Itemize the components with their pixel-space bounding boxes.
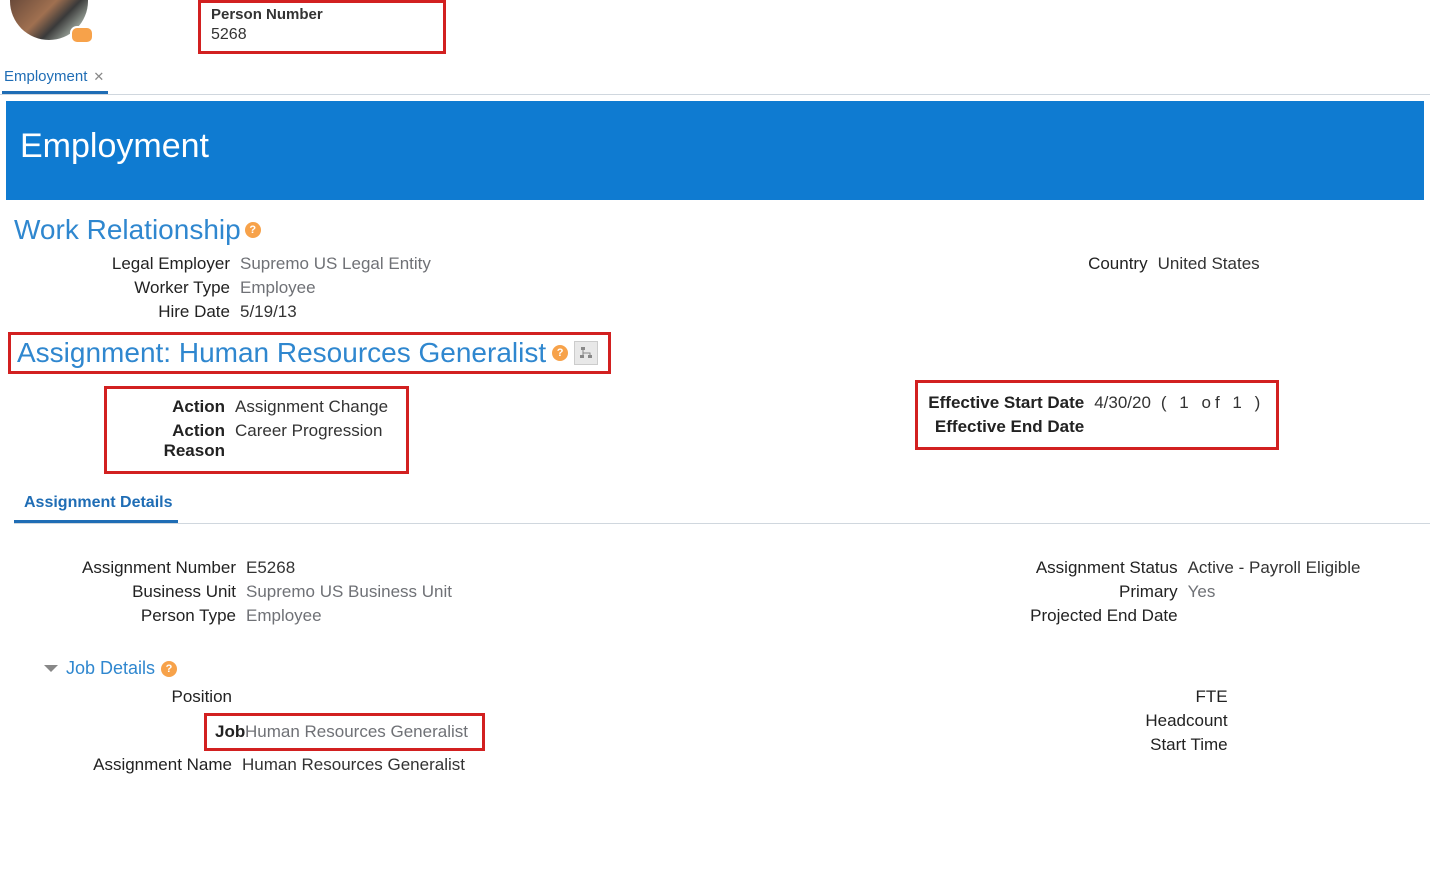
assignment-name-value: Human Resources Generalist — [242, 755, 465, 775]
record-pager: ( 1 of 1 ) — [1161, 393, 1264, 413]
assignment-number-label: Assignment Number — [14, 558, 246, 578]
help-icon[interactable]: ? — [161, 661, 177, 677]
headcount-label: Headcount — [858, 711, 1238, 731]
person-type-label: Person Type — [14, 606, 246, 626]
effective-end-label: Effective End Date — [926, 417, 1094, 437]
person-number-highlight: Person Number 5268 — [198, 0, 446, 54]
action-highlight: Action Assignment Change Action Reason C… — [104, 386, 409, 474]
effective-start-label: Effective Start Date — [926, 393, 1094, 413]
fte-label: FTE — [858, 687, 1238, 707]
start-time-label: Start Time — [858, 735, 1238, 755]
avatar — [10, 0, 88, 40]
person-number-label: Person Number — [211, 5, 323, 25]
worker-type-label: Worker Type — [14, 278, 240, 298]
page-title-banner: Employment — [6, 101, 1424, 200]
assignment-subtabs: Assignment Details — [14, 488, 1430, 524]
assignment-heading-highlight: Assignment: Human Resources Generalist ? — [8, 332, 611, 374]
tab-employment-label: Employment — [4, 68, 87, 85]
projected-end-label: Projected End Date — [858, 606, 1188, 626]
position-label: Position — [14, 687, 242, 707]
tab-assignment-details[interactable]: Assignment Details — [14, 488, 178, 523]
work-relationship-heading: Work Relationship ? — [14, 214, 1420, 246]
assignment-status-label: Assignment Status — [858, 558, 1188, 578]
action-reason-value: Career Progression — [235, 421, 382, 441]
open-tabs-bar: Employment ✕ — [0, 64, 1430, 95]
job-details-heading[interactable]: Job Details ? — [44, 658, 1420, 679]
close-icon[interactable]: ✕ — [93, 69, 104, 85]
effective-dates-highlight: Effective Start Date 4/30/20 ( 1 of 1 ) … — [915, 380, 1279, 450]
hire-date-label: Hire Date — [14, 302, 240, 322]
assignment-number-value: E5268 — [246, 558, 295, 578]
legal-employer-value: Supremo US Legal Entity — [240, 254, 431, 274]
collapse-icon — [44, 665, 58, 672]
page-title: Employment — [20, 127, 209, 165]
business-unit-value: Supremo US Business Unit — [246, 582, 452, 602]
action-label: Action — [117, 397, 235, 417]
help-icon[interactable]: ? — [245, 222, 261, 238]
job-value: Human Resources Generalist — [245, 722, 468, 742]
help-icon[interactable]: ? — [552, 345, 568, 361]
business-unit-label: Business Unit — [14, 582, 246, 602]
hire-date-value: 5/19/13 — [240, 302, 297, 322]
assignment-status-value: Active - Payroll Eligible — [1188, 558, 1361, 578]
primary-value: Yes — [1188, 582, 1216, 602]
country-label: Country — [858, 254, 1158, 274]
job-label: Job — [215, 722, 245, 742]
tab-employment[interactable]: Employment ✕ — [2, 64, 108, 94]
primary-label: Primary — [858, 582, 1188, 602]
worker-type-value: Employee — [240, 278, 316, 298]
person-type-value: Employee — [246, 606, 322, 626]
assignment-name-label: Assignment Name — [14, 755, 242, 775]
effective-start-value: 4/30/20 — [1094, 393, 1151, 413]
assignment-heading: Assignment: Human Resources Generalist — [17, 337, 546, 369]
legal-employer-label: Legal Employer — [14, 254, 240, 274]
action-value: Assignment Change — [235, 397, 388, 417]
person-number-value: 5268 — [211, 25, 323, 46]
country-value: United States — [1158, 254, 1260, 274]
job-highlight: Job Human Resources Generalist — [204, 713, 485, 751]
hierarchy-icon[interactable] — [574, 341, 598, 365]
action-reason-label: Action Reason — [117, 421, 235, 461]
